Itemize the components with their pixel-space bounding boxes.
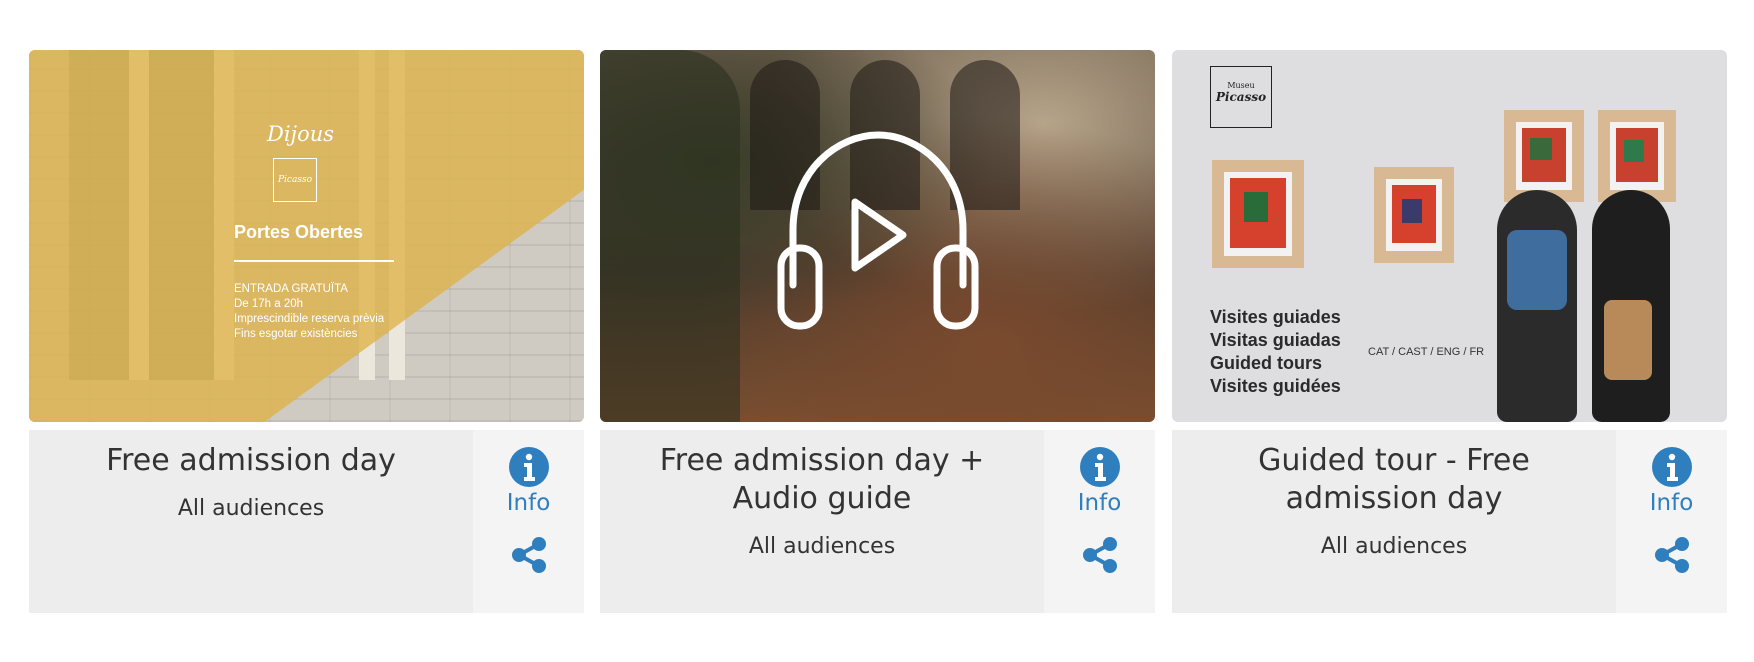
- share-icon: [1654, 537, 1689, 573]
- museum-logo: Museu Picasso: [1210, 66, 1272, 128]
- activity-cards: Dijous Picasso Portes Obertes ENTRADA GR…: [0, 0, 1754, 662]
- activity-card: Museu Picasso Visites guiades Visitas gu…: [1172, 50, 1727, 613]
- share-icon: [1082, 537, 1117, 573]
- tour-language-line: Visites guiades: [1210, 307, 1341, 327]
- card-text[interactable]: Free admission day All audiences: [29, 430, 473, 613]
- artwork-frame: [1504, 110, 1584, 202]
- activity-card: Free admission day + Audio guide All aud…: [600, 50, 1155, 613]
- info-label: Info: [1649, 490, 1694, 516]
- tour-languages-list: Visites guiades Visitas guiadas Guided t…: [1210, 306, 1341, 398]
- share-button[interactable]: [1079, 534, 1121, 580]
- artwork-frame: [1374, 167, 1454, 263]
- card-actions: Info: [1616, 430, 1727, 613]
- share-button[interactable]: [1651, 534, 1693, 580]
- museum-logo-text: Picasso: [278, 175, 312, 185]
- card-image[interactable]: Museu Picasso Visites guiades Visitas gu…: [1172, 50, 1727, 422]
- image-heading: Dijous: [267, 122, 335, 146]
- card-title[interactable]: Free admission day + Audio guide: [632, 442, 1012, 518]
- info-icon: [508, 447, 549, 487]
- visitor-bag: [1604, 300, 1652, 380]
- info-icon: [1079, 447, 1120, 487]
- museum-logo: Picasso: [273, 158, 317, 202]
- card-title[interactable]: Guided tour - Free admission day: [1204, 442, 1584, 518]
- image-detail-line: Imprescindible reserva prèvia: [234, 313, 385, 325]
- visitor-jacket: [1507, 230, 1567, 310]
- card-text[interactable]: Free admission day + Audio guide All aud…: [600, 430, 1044, 613]
- card-actions: Info: [1044, 430, 1155, 613]
- tour-language-line: Visites guidées: [1210, 376, 1341, 396]
- card-audience: All audiences: [748, 534, 896, 559]
- card-image[interactable]: Dijous Picasso Portes Obertes ENTRADA GR…: [29, 50, 584, 422]
- share-icon: [511, 537, 546, 573]
- artwork-frame: [1212, 160, 1304, 268]
- info-label: Info: [506, 490, 551, 516]
- info-button[interactable]: Info: [1077, 446, 1122, 516]
- image-foliage: [600, 50, 740, 422]
- image-details: ENTRADA GRATUÏTA De 17h a 20h Imprescind…: [234, 282, 384, 342]
- info-label: Info: [1077, 490, 1122, 516]
- card-title[interactable]: Free admission day: [61, 442, 441, 480]
- card-audience: All audiences: [1320, 534, 1468, 559]
- activity-card: Dijous Picasso Portes Obertes ENTRADA GR…: [29, 50, 584, 613]
- museum-logo-text: Picasso: [1215, 90, 1267, 104]
- image-detail-line: ENTRADA GRATUÏTA: [234, 283, 348, 295]
- card-body: Free admission day + Audio guide All aud…: [600, 430, 1155, 613]
- info-button[interactable]: Info: [1649, 446, 1694, 516]
- image-subtitle: Portes Obertes: [234, 222, 364, 242]
- artwork-frame: [1598, 110, 1676, 202]
- info-icon: [1651, 447, 1692, 487]
- card-image[interactable]: [600, 50, 1155, 422]
- card-body: Guided tour - Free admission day All aud…: [1172, 430, 1727, 613]
- tour-language-line: Visitas guiadas: [1210, 330, 1341, 350]
- image-divider: [234, 260, 394, 262]
- card-body: Free admission day All audiences Info: [29, 430, 584, 613]
- card-text[interactable]: Guided tour - Free admission day All aud…: [1172, 430, 1616, 613]
- headphones-play-icon: [777, 131, 979, 330]
- card-actions: Info: [473, 430, 584, 613]
- card-audience: All audiences: [177, 496, 325, 521]
- image-detail-line: De 17h a 20h: [234, 298, 304, 310]
- museum-logo-top: Museu: [1227, 81, 1255, 90]
- image-detail-line: Fins esgotar existències: [234, 328, 358, 340]
- language-codes: CAT / CAST / ENG / FR: [1368, 346, 1485, 358]
- info-button[interactable]: Info: [506, 446, 551, 516]
- tour-language-line: Guided tours: [1210, 353, 1322, 373]
- share-button[interactable]: [508, 534, 550, 580]
